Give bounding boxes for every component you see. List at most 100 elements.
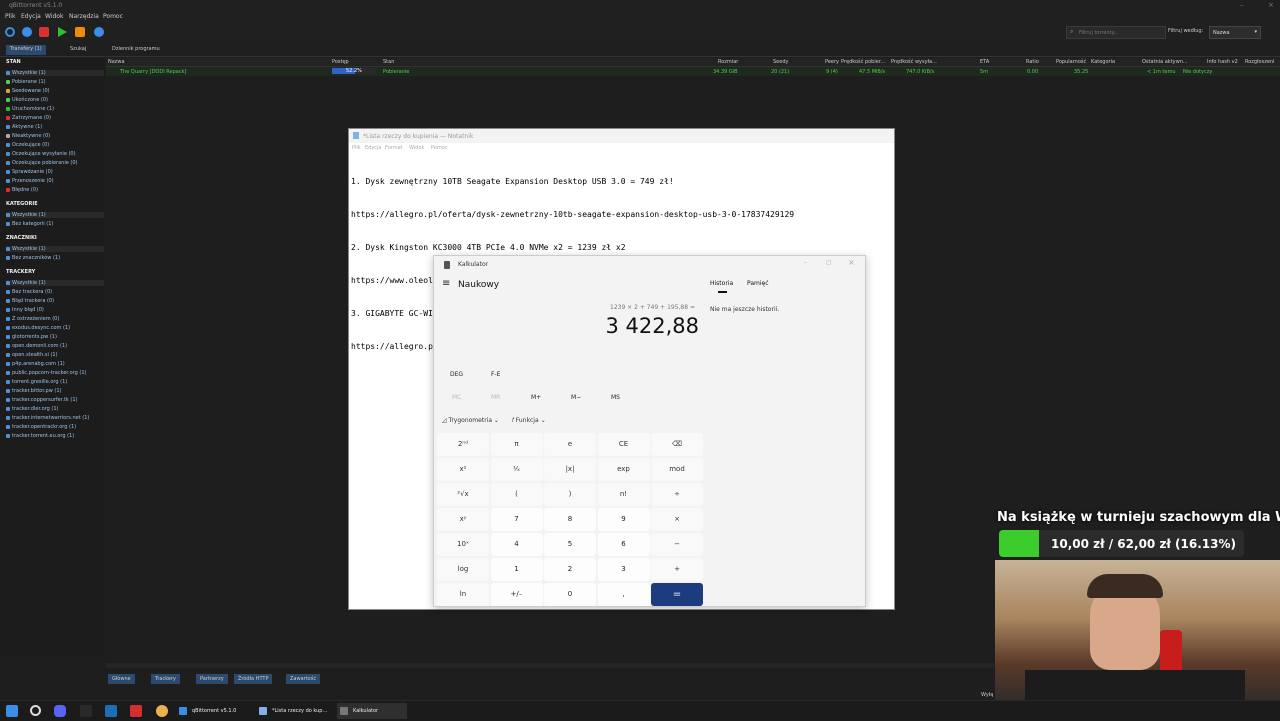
delete-icon[interactable] (39, 27, 49, 37)
sidebar-item-stan[interactable]: Aktywne (1) (6, 124, 42, 130)
m-minus-button[interactable]: M− (571, 394, 581, 401)
sidebar-item-stan[interactable]: Oczekujące (0) (6, 142, 49, 148)
sidebar-item-stan[interactable]: Nieaktywne (0) (6, 133, 50, 139)
column-header[interactable]: Postęp (332, 59, 349, 65)
calc-key[interactable]: ¹⁄ₓ (490, 458, 543, 481)
sidebar-item-znaczniki[interactable]: Bez znaczników (1) (6, 255, 60, 261)
calc-key[interactable]: 2 (544, 558, 596, 581)
column-header[interactable]: Info hash v2 (1207, 59, 1238, 65)
calc-key[interactable]: π (490, 433, 543, 456)
sidebar-item-trackery[interactable]: public.popcorn-tracker.org (1) (6, 370, 86, 376)
column-header[interactable]: Nazwa (108, 59, 125, 65)
column-header[interactable]: Kategoria (1091, 59, 1115, 65)
sidebar-item-stan[interactable]: Oczekujące wysyłanie (0) (6, 151, 76, 157)
column-header[interactable]: Rozmiar (718, 59, 738, 65)
tab-peers[interactable]: Partnerzy (196, 674, 228, 684)
calc-key[interactable]: = (651, 583, 703, 606)
calc-key[interactable]: × (651, 508, 703, 531)
sidebar-item-stan[interactable]: Błędne (0) (6, 187, 38, 193)
sidebar-item-trackery[interactable]: Bez trackera (0) (6, 289, 52, 295)
filter-select[interactable]: Nazwa ▾ (1209, 26, 1261, 39)
calc-key[interactable]: n! (597, 483, 650, 506)
sidebar-item-trackery[interactable]: glotorrents.pw (1) (6, 334, 57, 340)
sidebar-item-trackery[interactable]: open.stealth.si (1) (6, 352, 58, 358)
column-header[interactable]: Popularność (1056, 59, 1086, 65)
menu-widok[interactable]: Widok (45, 13, 63, 20)
sidebar-item-trackery[interactable]: Inny błąd (0) (6, 307, 44, 313)
calc-key[interactable]: 6 (597, 533, 650, 556)
sidebar-item-trackery[interactable]: tracker.torrent.eu.org (1) (6, 433, 74, 439)
sidebar-item-trackery[interactable]: exodus.desync.com (1) (6, 325, 70, 331)
calc-key[interactable]: ln (437, 583, 489, 606)
mc-button[interactable]: MC (452, 394, 461, 401)
tab-memory[interactable]: Pamięć (747, 280, 769, 287)
column-header[interactable]: ETA (980, 59, 989, 65)
calc-key[interactable]: 8 (544, 508, 596, 531)
menu-narzedzia[interactable]: Narzędzia (69, 13, 99, 20)
calc-key[interactable]: x² (437, 458, 489, 481)
minimize-button[interactable]: – (1240, 1, 1244, 9)
sidebar-item-stan[interactable]: Pobierane (1) (6, 79, 46, 85)
sidebar-item-stan[interactable]: Sprawdzanie (0) (6, 169, 53, 175)
calc-key[interactable]: log (437, 558, 489, 581)
column-header[interactable]: Prędkość wysyła... (891, 59, 937, 65)
calc-key[interactable]: e (544, 433, 596, 456)
close-button[interactable]: × (1268, 1, 1274, 9)
sidebar-item-trackery[interactable]: p4p.arenabg.com (1) (6, 361, 65, 367)
calc-key[interactable]: +/₋ (490, 583, 543, 606)
tab-history[interactable]: Historia (710, 280, 733, 287)
calc-key[interactable]: 2ⁿᵈ (437, 433, 489, 456)
column-header[interactable]: Ostatnia aktywn... (1142, 59, 1188, 65)
menu-edycja[interactable]: Edycja (21, 13, 41, 20)
column-header[interactable]: Stan (383, 59, 394, 65)
calc-key[interactable]: mod (651, 458, 703, 481)
sidebar-item-trackery[interactable]: torrent.gresille.org (1) (6, 379, 67, 385)
fe-button[interactable]: F-E (491, 371, 500, 378)
gear-icon[interactable] (94, 27, 104, 37)
sidebar-item-stan[interactable]: Wszystkie (1) (6, 70, 104, 76)
tab-http-sources[interactable]: Źródła HTTP (234, 674, 273, 684)
calc-key[interactable]: CE (597, 433, 650, 456)
sidebar-item-trackery[interactable]: Błąd trackera (0) (6, 298, 54, 304)
hamburger-menu-icon[interactable]: ≡ (442, 278, 450, 289)
np-menu-edycja[interactable]: Edycja (365, 145, 382, 151)
calc-key[interactable]: 3 (597, 558, 650, 581)
np-menu-format[interactable]: Format (385, 145, 403, 151)
tab-trackers[interactable]: Trackery (151, 674, 180, 684)
sidebar-item-trackery[interactable]: tracker.bittor.pw (1) (6, 388, 61, 394)
np-menu-widok[interactable]: Widok (409, 145, 424, 151)
calc-key[interactable]: 1 (490, 558, 543, 581)
calc-key[interactable]: ( (490, 483, 543, 506)
resume-icon[interactable] (58, 27, 67, 37)
calc-key[interactable]: exp (597, 458, 650, 481)
table-row[interactable]: The Quarry [DODI Repack] 52.2% Pobierani… (106, 67, 1280, 76)
menu-pomoc[interactable]: Pomoc (103, 13, 123, 20)
close-button[interactable]: × (848, 258, 855, 267)
calc-key[interactable]: 7 (490, 508, 543, 531)
sidebar-section-znaczniki_title[interactable]: ZNACZNIKI (6, 235, 37, 241)
taskbar-calculator[interactable]: Kalkulator (337, 703, 407, 719)
steam-icon[interactable] (105, 705, 117, 717)
tab-content[interactable]: Zawartość (286, 674, 321, 684)
calc-key[interactable]: |x| (544, 458, 596, 481)
calc-key[interactable]: + (651, 558, 703, 581)
np-menu-pomoc[interactable]: Pomoc (431, 145, 448, 151)
calc-key[interactable]: 5 (544, 533, 596, 556)
mr-button[interactable]: MR (491, 394, 500, 401)
windows-start-icon[interactable] (6, 705, 18, 717)
app-icon[interactable] (80, 705, 92, 717)
sidebar-item-kategorie[interactable]: Bez kategorii (1) (6, 221, 53, 227)
sidebar-section-trackery_title[interactable]: TRACKERY (6, 269, 35, 275)
maximize-button[interactable]: ▢ (826, 259, 832, 266)
menu-plik[interactable]: Plik (5, 13, 15, 20)
tab-log[interactable]: Dziennik programu (108, 45, 164, 55)
tab-general[interactable]: Główne (108, 674, 135, 684)
chrome-icon[interactable] (156, 705, 168, 717)
sidebar-item-stan[interactable]: Zatrzymane (0) (6, 115, 51, 121)
calc-key[interactable]: 9 (597, 508, 650, 531)
calc-key[interactable]: − (651, 533, 703, 556)
pause-icon[interactable] (75, 27, 85, 37)
deg-button[interactable]: DEG (450, 371, 463, 378)
column-header[interactable]: Prędkość pobier... (841, 59, 885, 65)
sidebar-item-trackery[interactable]: tracker.coppersurfer.tk (1) (6, 397, 77, 403)
